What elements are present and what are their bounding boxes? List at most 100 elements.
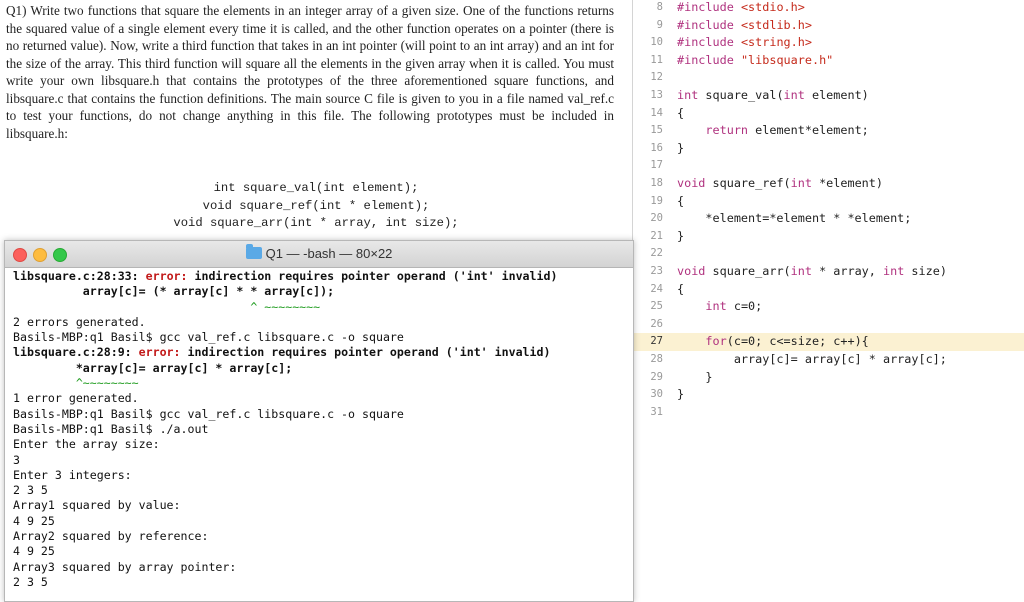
code-line[interactable]: 28 array[c]= array[c] * array[c]; — [633, 351, 1024, 369]
code-line[interactable]: 22 — [633, 245, 1024, 263]
terminal-line: Array1 squared by value: — [13, 498, 181, 513]
terminal-line: libsquare.c:28:33: error: indirection re… — [13, 269, 558, 283]
line-number: 27 — [650, 335, 663, 348]
terminal-line: ^ ~~~~~~~~ — [13, 299, 321, 314]
code-text: void square_ref(int *element) — [677, 176, 883, 190]
line-number: 26 — [650, 317, 663, 330]
line-number: 22 — [650, 247, 663, 260]
code-text: { — [677, 281, 685, 296]
line-number: 20 — [650, 212, 663, 225]
terminal-line: Basils-MBP:q1 Basil$ gcc val_ref.c libsq… — [13, 330, 404, 345]
code-line[interactable]: 24 { — [633, 281, 1024, 299]
code-line[interactable]: 9 #include <stdlib.h> — [633, 17, 1024, 35]
code-text: *element=*element * *element; — [677, 211, 912, 226]
code-text: return element*element; — [705, 123, 869, 138]
code-text: } — [677, 228, 685, 243]
code-text: } — [677, 387, 685, 402]
terminal-output[interactable]: libsquare.c:28:33: error: indirection re… — [13, 269, 629, 601]
code-line[interactable]: 11 #include "libsquare.h" — [633, 52, 1024, 70]
code-line[interactable]: 19 { — [633, 193, 1024, 211]
code-line[interactable]: 25 int c=0; — [633, 298, 1024, 316]
code-text: void square_arr(int * array, int size) — [677, 264, 947, 278]
line-number: 9 — [656, 18, 663, 31]
code-text: #include <string.h> — [677, 35, 812, 50]
code-line[interactable]: 15 return element*element; — [633, 122, 1024, 140]
terminal-window[interactable]: Q1 — -bash — 80×22 libsquare.c:28:33: er… — [4, 240, 634, 602]
prototype-square-arr: void square_arr(int * array, int size); — [173, 216, 459, 230]
terminal-line: array[c]= (* array[c] * * array[c]); — [13, 284, 335, 299]
line-number: 14 — [650, 106, 663, 119]
line-number: 24 — [650, 282, 663, 295]
terminal-line: Array2 squared by reference: — [13, 529, 209, 544]
terminal-title-text: Q1 — -bash — 80×22 — [265, 246, 393, 261]
line-number: 21 — [650, 229, 663, 242]
code-line[interactable]: 18 void square_ref(int *element) — [633, 175, 1024, 193]
terminal-line: *array[c]= array[c] * array[c]; — [13, 360, 293, 375]
terminal-line: libsquare.c:28:9: error: indirection req… — [13, 345, 551, 360]
code-text: #include <stdio.h> — [677, 0, 805, 14]
terminal-line: 2 3 5 — [13, 574, 48, 589]
terminal-titlebar[interactable]: Q1 — -bash — 80×22 — [5, 241, 633, 268]
terminal-line: 4 9 25 — [13, 544, 55, 559]
line-number: 25 — [650, 300, 663, 313]
code-text: { — [677, 193, 685, 208]
code-text: for(c=0; c<=size; c++){ — [705, 334, 869, 349]
prototype-square-ref: void square_ref(int * element); — [202, 198, 430, 213]
line-number: 11 — [650, 53, 663, 66]
code-text: array[c]= array[c] * array[c]; — [677, 352, 947, 366]
terminal-title: Q1 — -bash — 80×22 — [5, 244, 633, 261]
line-number: 8 — [656, 1, 663, 13]
prototype-square-val: int square_val(int element); — [213, 181, 419, 195]
folder-icon — [245, 244, 262, 259]
terminal-line: Basils-MBP:q1 Basil$ ./a.out — [13, 421, 209, 436]
line-number: 16 — [650, 141, 663, 154]
code-text: #include "libsquare.h" — [677, 52, 834, 67]
terminal-line: 3 — [13, 452, 20, 467]
code-line[interactable]: 8 #include <stdio.h> — [633, 0, 1024, 17]
terminal-line: 4 9 25 — [13, 513, 55, 528]
line-number: 17 — [650, 159, 663, 172]
code-line[interactable]: 14 { — [633, 105, 1024, 123]
code-text: { — [677, 105, 685, 120]
code-line[interactable]: 23 void square_arr(int * array, int size) — [633, 263, 1024, 281]
assignment-document: Q1) Write two functions that square the … — [0, 0, 632, 240]
code-line[interactable]: 31 — [633, 404, 1024, 422]
line-number: 18 — [650, 177, 663, 189]
line-number: 30 — [650, 388, 663, 401]
line-number: 28 — [650, 353, 663, 365]
code-text: } — [677, 140, 685, 155]
line-number: 31 — [650, 405, 663, 418]
terminal-line: Basils-MBP:q1 Basil$ gcc val_ref.c libsq… — [13, 406, 404, 421]
terminal-line: 1 error generated. — [13, 391, 139, 406]
question-text: Q1) Write two functions that square the … — [6, 3, 614, 141]
code-line[interactable]: 13 int square_val(int element) — [633, 87, 1024, 105]
code-line[interactable]: 27 for(c=0; c<=size; c++){ — [633, 333, 1024, 351]
code-text: } — [677, 369, 713, 384]
code-line[interactable]: 30} — [633, 386, 1024, 404]
prototype-list: int square_val(int element); void square… — [0, 180, 632, 233]
terminal-line: 2 3 5 — [13, 483, 48, 498]
line-number: 15 — [650, 124, 663, 137]
code-line[interactable]: 20 *element=*element * *element; — [633, 210, 1024, 228]
line-number: 29 — [650, 370, 663, 383]
line-number: 10 — [650, 36, 663, 49]
code-line[interactable]: 12 — [633, 69, 1024, 87]
code-line[interactable]: 17 — [633, 157, 1024, 175]
terminal-line: ^~~~~~~~~ — [13, 376, 139, 391]
line-number: 23 — [650, 265, 663, 277]
code-line[interactable]: 29 } — [633, 369, 1024, 387]
code-text: int c=0; — [705, 299, 763, 314]
terminal-line: Enter the array size: — [13, 437, 160, 452]
terminal-line: 2 errors generated. — [13, 314, 146, 329]
terminal-line: Array3 squared by array pointer: — [13, 559, 237, 574]
terminal-line: Enter 3 integers: — [13, 467, 132, 482]
code-text: int square_val(int element) — [677, 88, 869, 102]
line-number: 13 — [650, 89, 663, 101]
line-number: 19 — [650, 194, 663, 207]
code-line[interactable]: 10 #include <string.h> — [633, 34, 1024, 52]
code-editor[interactable]: 8 #include <stdio.h> 9 #include <stdlib.h> 1… — [632, 0, 1024, 595]
code-line[interactable]: 26 — [633, 316, 1024, 334]
line-number: 12 — [650, 71, 663, 84]
code-line[interactable]: 16} — [633, 140, 1024, 158]
code-line[interactable]: 21} — [633, 228, 1024, 246]
